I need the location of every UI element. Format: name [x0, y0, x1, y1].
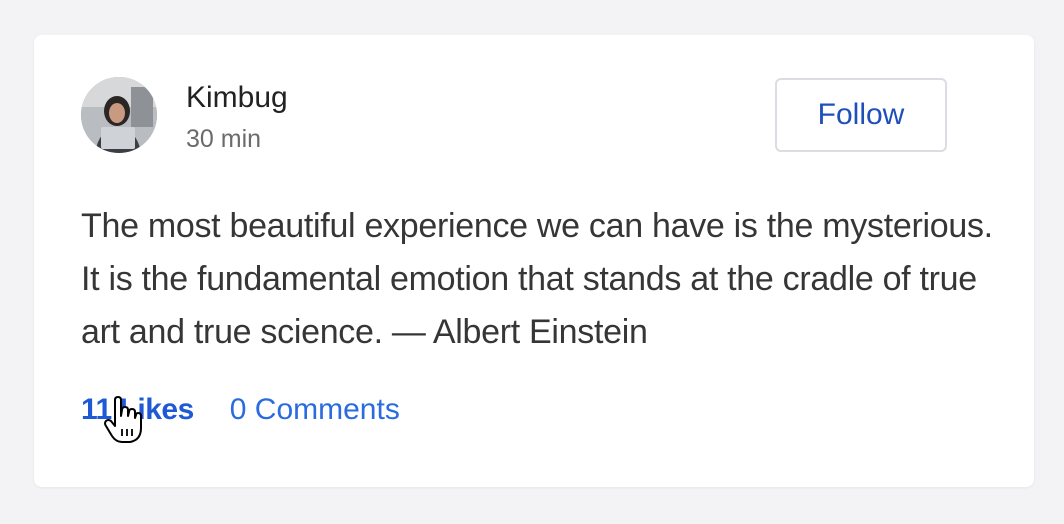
post-text: The most beautiful experience we can hav…	[81, 207, 993, 351]
likes-link[interactable]: 11 Likes	[81, 392, 194, 428]
avatar-photo	[81, 77, 157, 153]
post-footer: 11 Likes 0 Comments	[81, 392, 400, 428]
comments-link[interactable]: 0 Comments	[230, 392, 400, 428]
post-timestamp: 30 min	[186, 125, 262, 153]
author-name[interactable]: Kimbug	[186, 81, 288, 115]
post-card: Kimbug 30 min Follow The most beautiful …	[34, 35, 1034, 487]
follow-button[interactable]: Follow	[775, 78, 947, 152]
avatar[interactable]	[81, 77, 157, 153]
